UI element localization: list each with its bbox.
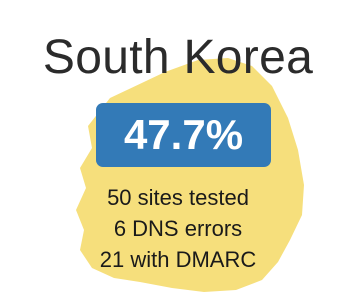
country-name: South Korea — [42, 31, 314, 84]
stats-list: 50 sites tested 6 DNS errors 21 with DMA… — [0, 182, 356, 275]
score-badge: 47.7% — [96, 103, 271, 167]
dns-errors-stat: 6 DNS errors — [113, 216, 243, 241]
sites-tested-stat: 50 sites tested — [107, 185, 249, 210]
country-card: South Korea 47.7% 50 sites tested 6 DNS … — [0, 0, 356, 297]
dmarc-stat: 21 with DMARC — [99, 247, 257, 272]
